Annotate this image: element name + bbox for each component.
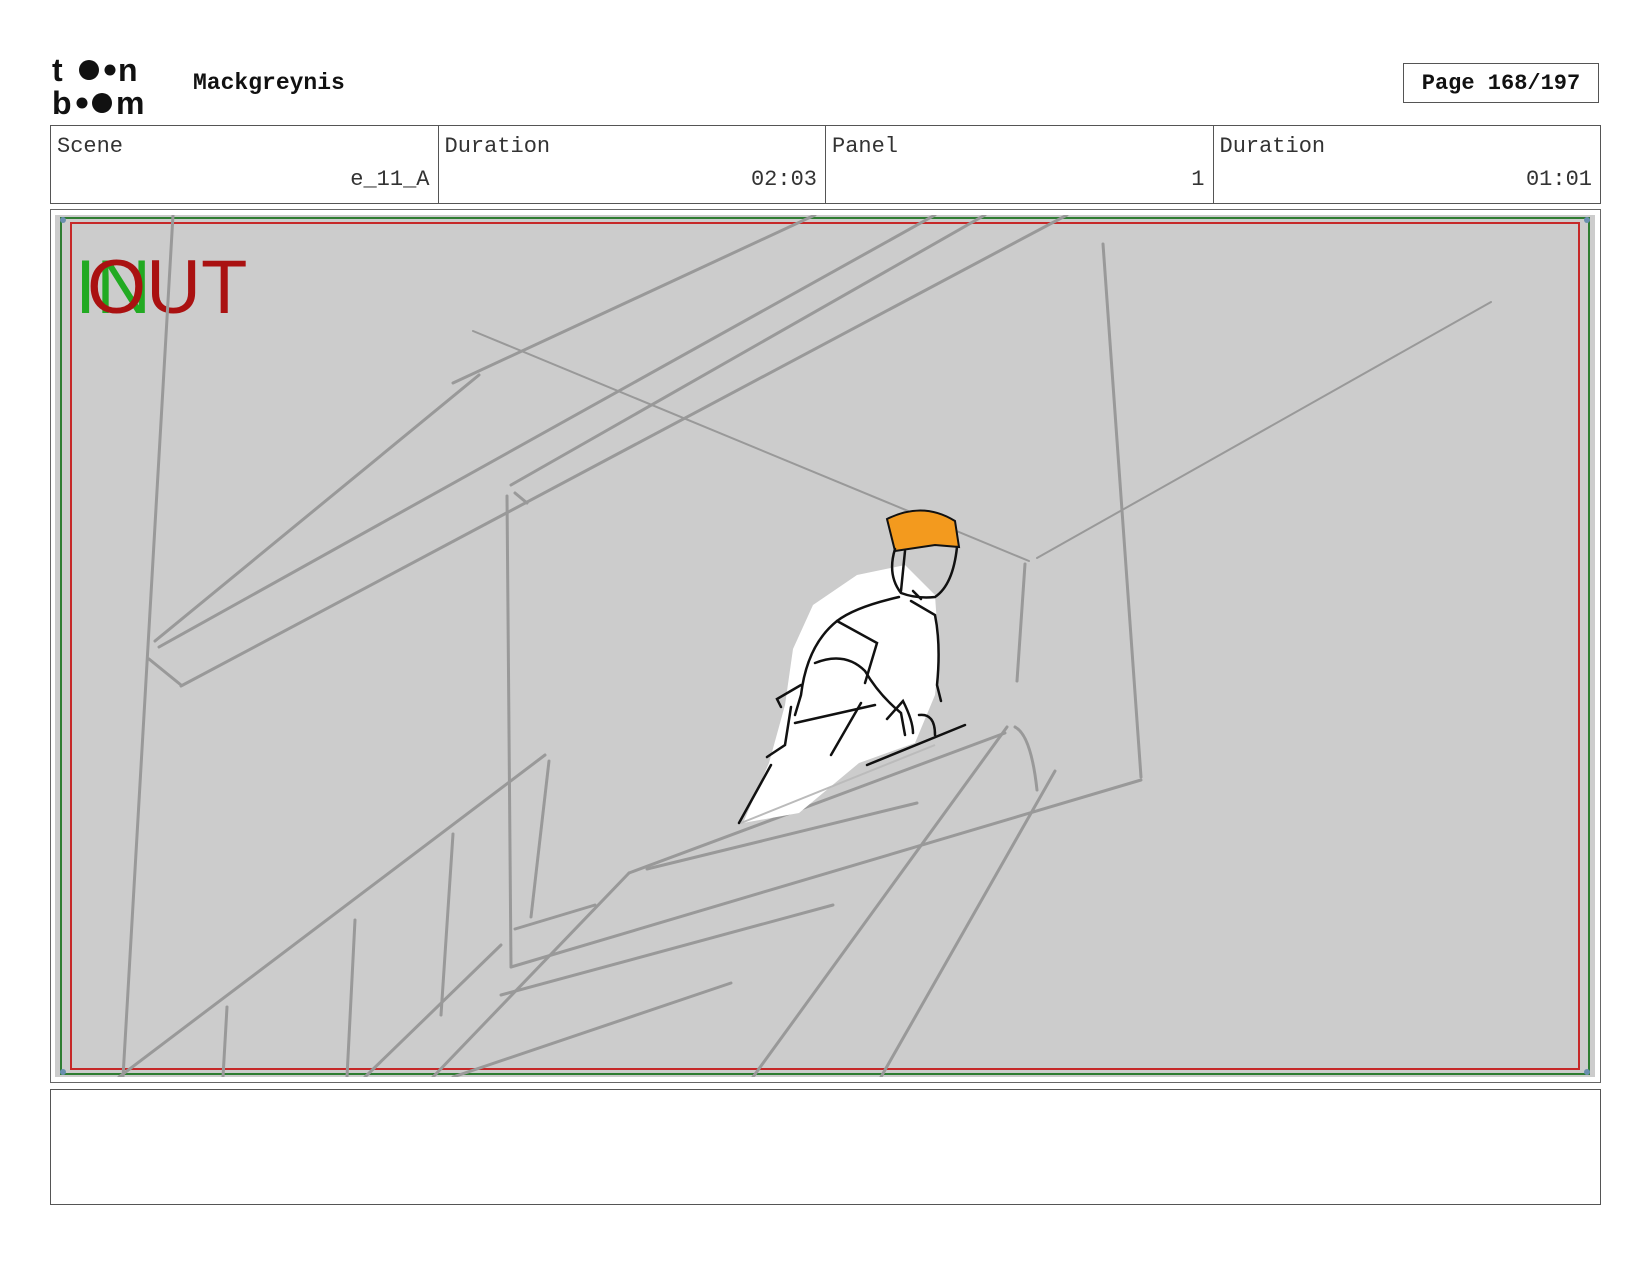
sketch-drawing: IN OUT (60, 215, 1590, 1077)
panel-label: Panel (832, 134, 899, 159)
panel-value: 1 (1191, 167, 1205, 192)
svg-text:b: b (52, 85, 72, 116)
page-indicator: Page 168/197 (1403, 63, 1599, 103)
scene-cell: Scene e_11_A (51, 126, 439, 203)
scene-duration-value: 02:03 (750, 167, 817, 192)
panel-artwork: IN OUT (55, 215, 1595, 1077)
svg-text:t: t (52, 52, 63, 88)
background-sketch-lines (117, 215, 1143, 1077)
scene-label: Scene (57, 134, 124, 159)
info-table: Scene e_11_A Duration 02:03 Panel 1 Dura… (50, 125, 1601, 204)
panel-duration-value: 01:01 (1525, 167, 1592, 192)
panel-notes (50, 1089, 1601, 1205)
panel-cell: Panel 1 (826, 126, 1214, 203)
scene-duration-cell: Duration 02:03 (439, 126, 826, 203)
scene-duration-label: Duration (444, 134, 551, 159)
perspective-lines (472, 301, 1492, 562)
panel-duration-label: Duration (1219, 134, 1326, 159)
storyboard-panel: IN OUT (50, 209, 1601, 1083)
character-figure (737, 509, 967, 825)
toon-boom-logo: t n b m (52, 52, 144, 116)
svg-text:n: n (118, 52, 138, 88)
svg-text:m: m (116, 85, 144, 116)
panel-duration-cell: Duration 01:01 (1214, 126, 1601, 203)
project-name: Mackgreynis (193, 70, 345, 96)
scene-value: e_11_A (350, 167, 430, 192)
